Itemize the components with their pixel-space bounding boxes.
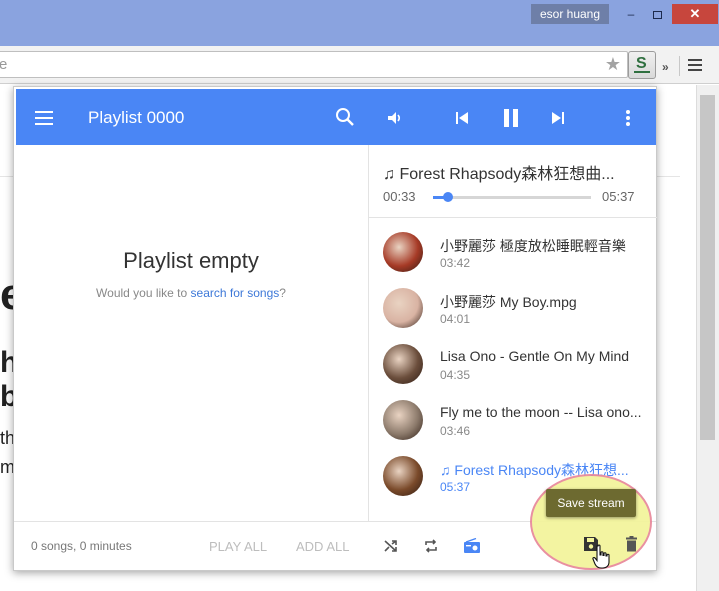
extension-button[interactable]: S xyxy=(628,51,656,79)
empty-hint-prefix: Would you like to xyxy=(96,286,188,300)
address-bar[interactable]: e ★ xyxy=(0,51,628,78)
song-thumbnail xyxy=(383,400,423,440)
search-icon[interactable] xyxy=(335,107,355,127)
page-scrollbar[interactable] xyxy=(696,85,719,591)
volume-icon[interactable] xyxy=(386,110,402,126)
song-duration: 03:42 xyxy=(440,256,471,270)
song-title: 小野麗莎 極度放松睡眠輕音樂 xyxy=(440,238,626,254)
browser-toolbar: e ★ S » xyxy=(0,46,719,84)
address-text: e xyxy=(0,56,8,73)
playlist-pane: Playlist empty Would you like to search … xyxy=(14,145,368,521)
song-thumbnail xyxy=(383,456,423,496)
elapsed-time: 00:33 xyxy=(383,189,416,204)
empty-playlist-title: Playlist empty xyxy=(123,248,259,273)
empty-playlist-hint: Would you like to search for songs? xyxy=(14,286,368,300)
song-row[interactable]: 小野麗莎 My Boy.mpg 04:01 xyxy=(383,288,653,336)
song-row[interactable]: Fly me to the moon -- Lisa ono... 03:46 xyxy=(383,400,653,448)
maximize-icon xyxy=(652,10,662,19)
hand-cursor-icon xyxy=(592,544,610,569)
stream-pane: ♫ Forest Rhapsody森林狂想曲... 00:33 05:37 小野… xyxy=(368,145,657,521)
song-duration: 03:46 xyxy=(440,424,471,438)
window-titlebar: esor huang – ✕ xyxy=(0,0,719,46)
song-duration: 05:37 xyxy=(440,480,471,494)
shuffle-icon[interactable] xyxy=(383,538,399,554)
search-for-songs-link[interactable]: search for songs xyxy=(191,286,280,300)
save-stream-tooltip: Save stream xyxy=(546,489,636,517)
now-playing-title: ♫ Forest Rhapsody森林狂想曲... xyxy=(383,166,615,183)
previous-track-icon[interactable] xyxy=(454,110,470,126)
song-count: 0 songs, 0 minutes xyxy=(31,539,132,553)
progress-handle[interactable] xyxy=(443,192,454,202)
profile-badge[interactable]: esor huang xyxy=(531,4,609,24)
song-row[interactable]: Lisa Ono - Gentle On My Mind 04:35 xyxy=(383,344,653,392)
close-window-button[interactable]: ✕ xyxy=(672,4,718,24)
play-all-button[interactable]: PLAY ALL xyxy=(209,539,267,554)
minimize-button[interactable]: – xyxy=(618,4,644,24)
playlist-title: Playlist 0000 xyxy=(88,108,185,127)
pause-icon[interactable] xyxy=(501,107,521,129)
add-all-button[interactable]: ADD ALL xyxy=(296,539,349,554)
song-title: 小野麗莎 My Boy.mpg xyxy=(440,294,577,310)
song-title: ♫ Forest Rhapsody森林狂想... xyxy=(440,462,629,478)
song-thumbnail xyxy=(383,288,423,328)
maximize-button[interactable] xyxy=(644,4,670,24)
progress-slider[interactable] xyxy=(433,192,591,202)
empty-hint-suffix: ? xyxy=(279,286,286,300)
now-playing-divider xyxy=(369,217,657,218)
song-duration: 04:01 xyxy=(440,312,471,326)
total-time: 05:37 xyxy=(602,189,635,204)
delete-icon[interactable] xyxy=(625,536,638,552)
song-thumbnail xyxy=(383,232,423,272)
extension-logo-underline xyxy=(634,71,650,73)
more-options-icon[interactable] xyxy=(622,108,634,128)
app-bar: Playlist 0000 xyxy=(16,89,656,145)
song-title: Lisa Ono - Gentle On My Mind xyxy=(440,348,630,364)
song-thumbnail xyxy=(383,344,423,384)
radio-icon[interactable] xyxy=(463,538,481,554)
chrome-menu-icon[interactable] xyxy=(688,59,702,74)
song-duration: 04:35 xyxy=(440,368,471,382)
menu-icon[interactable] xyxy=(35,111,53,129)
scrollbar-thumb[interactable] xyxy=(700,95,715,440)
bookmark-star-icon[interactable]: ★ xyxy=(605,52,621,77)
next-track-icon[interactable] xyxy=(550,110,566,126)
song-title: Fly me to the moon -- Lisa ono... xyxy=(440,404,642,420)
repeat-icon[interactable] xyxy=(423,538,439,554)
toolbar-divider xyxy=(679,56,680,76)
more-extensions-chevron-icon[interactable]: » xyxy=(662,60,669,74)
song-row[interactable]: 小野麗莎 極度放松睡眠輕音樂 03:42 xyxy=(383,232,653,280)
